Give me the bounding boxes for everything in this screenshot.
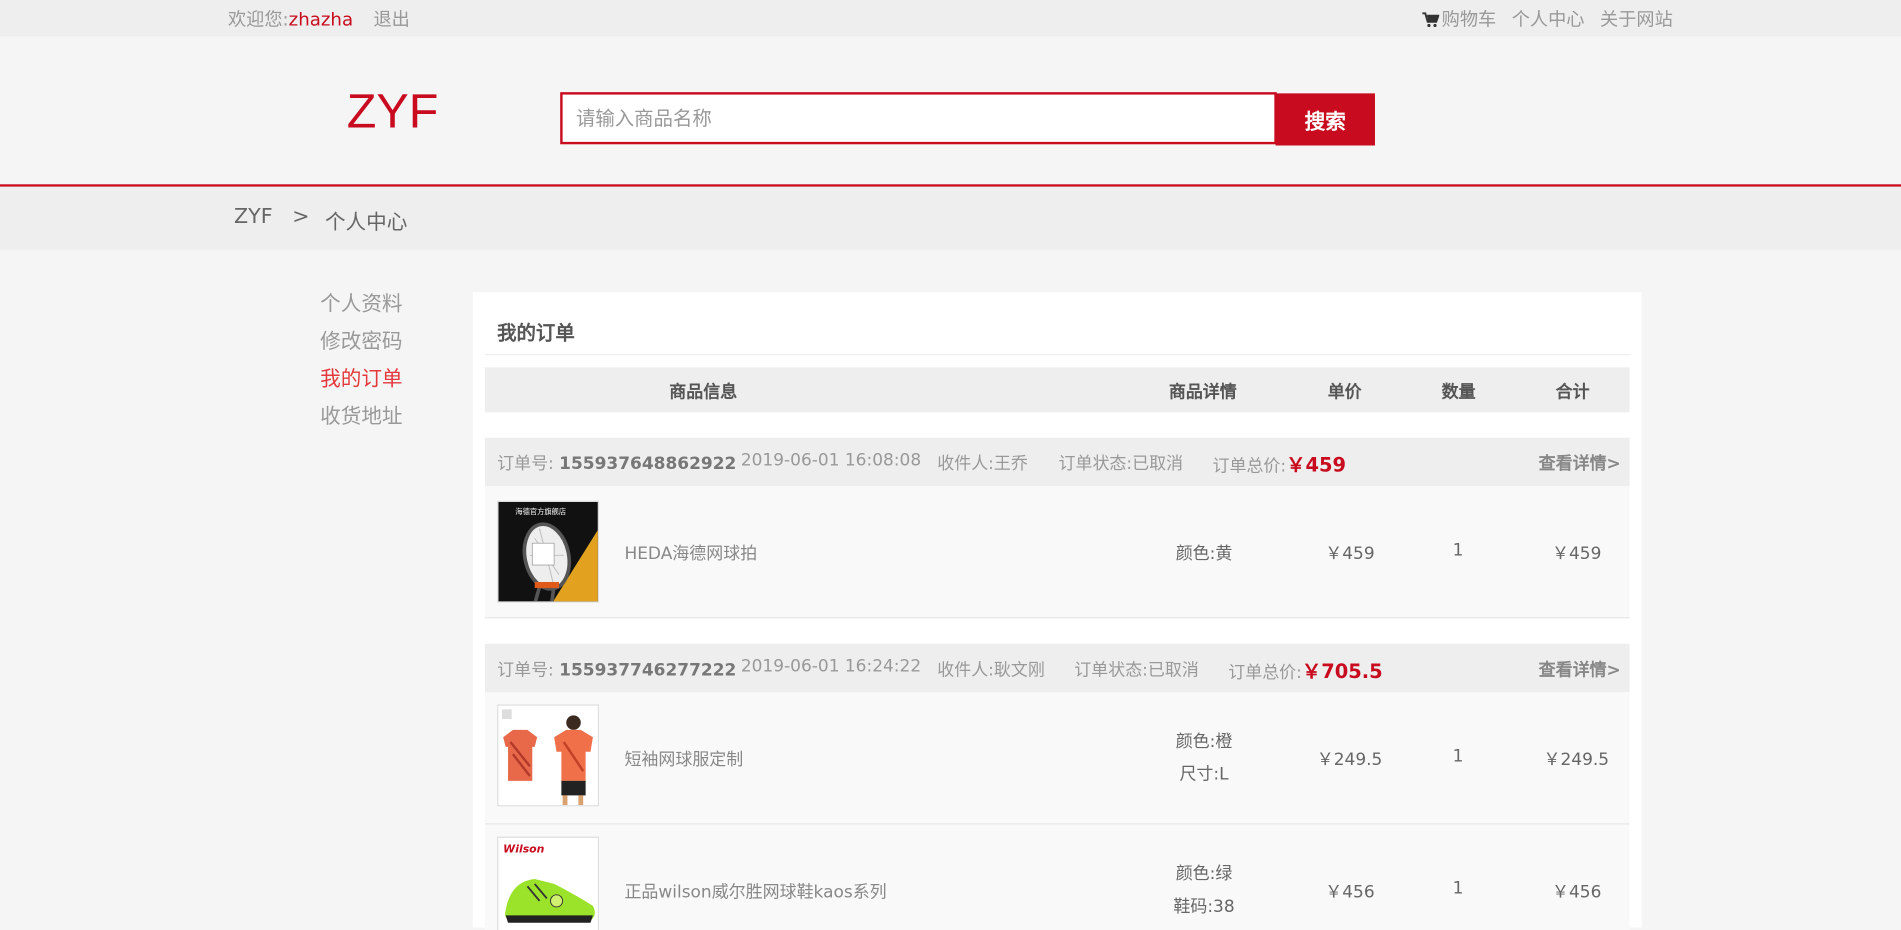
product-name[interactable]: 短袖网球服定制 bbox=[624, 747, 743, 771]
view-details-link[interactable]: 查看详情> bbox=[1539, 451, 1621, 475]
order-status: 订单状态:已取消 bbox=[1058, 454, 1184, 475]
product-name[interactable]: HEDA海德网球拍 bbox=[624, 541, 757, 565]
subtotal: ￥456 bbox=[1552, 882, 1602, 903]
breadcrumb-current: 个人中心 bbox=[324, 210, 408, 236]
column-header: 商品信息 bbox=[669, 383, 738, 403]
quantity: 1 bbox=[1452, 746, 1464, 767]
cart-label: 购物车 bbox=[1441, 8, 1497, 31]
order-total-label: 订单总价: bbox=[1228, 663, 1302, 683]
product-image-shirt[interactable] bbox=[497, 704, 599, 807]
sidebar-item-address[interactable]: 收货地址 bbox=[320, 399, 402, 437]
quantity: 1 bbox=[1452, 879, 1464, 899]
order-number-label: 订单号: bbox=[497, 454, 554, 475]
order-number-label: 订单号: bbox=[497, 660, 554, 681]
product-attribute: 颜色:绿 bbox=[1175, 864, 1233, 884]
image-brand-text: Wilson bbox=[503, 842, 544, 855]
order-number-group: 订单号: 155937648862922 bbox=[497, 451, 736, 475]
username[interactable]: zhazha bbox=[289, 8, 353, 30]
panel-title: 我的订单 bbox=[497, 321, 575, 345]
order-total-label: 订单总价: bbox=[1212, 457, 1287, 477]
site-logo[interactable]: ZYF bbox=[347, 85, 439, 140]
breadcrumb-home[interactable]: ZYF bbox=[234, 205, 273, 229]
image-banner-text: 海德官方旗舰店 bbox=[515, 507, 566, 516]
product-attributes: 颜色:橙 尺寸:L bbox=[1156, 729, 1253, 794]
order-total-group: 订单总价:￥459 bbox=[1213, 449, 1347, 478]
product-attribute: 鞋码:38 bbox=[1173, 897, 1235, 917]
subtotal: ￥249.5 bbox=[1543, 750, 1610, 770]
product-attributes: 颜色:黄 bbox=[1156, 541, 1253, 574]
order-total-group: 订单总价:￥705.5 bbox=[1228, 655, 1382, 684]
product-attributes: 颜色:绿 鞋码:38 bbox=[1156, 861, 1253, 926]
cart-icon bbox=[1422, 12, 1440, 28]
search-input[interactable] bbox=[560, 92, 1277, 145]
tennis-racket-icon: 海德官方旗舰店 bbox=[498, 501, 598, 602]
order-item-row: 海德官方旗舰店 HEDA海德网球拍 颜色:黄 ￥459 1 ￥459 bbox=[485, 486, 1630, 619]
tennis-shoe-icon: Wilson bbox=[498, 837, 598, 930]
column-header: 合计 bbox=[1555, 383, 1590, 403]
sidebar-item-profile[interactable]: 个人资料 bbox=[320, 286, 402, 324]
breadcrumb-separator: > bbox=[292, 204, 310, 230]
product-attribute: 尺寸:L bbox=[1179, 765, 1229, 785]
unit-price: ￥459 bbox=[1325, 544, 1375, 564]
order-total: ￥459 bbox=[1286, 453, 1347, 477]
column-header: 单价 bbox=[1327, 383, 1362, 403]
order-header: 订单号: 155937746277222 2019-06-01 16:24:22… bbox=[485, 643, 1630, 693]
main-content: 个人资料 修改密码 我的订单 收货地址 我的订单 商品信息 商品详情 单价 数量… bbox=[0, 249, 1901, 930]
view-details-link[interactable]: 查看详情> bbox=[1539, 657, 1621, 681]
sidebar-item-password[interactable]: 修改密码 bbox=[320, 324, 402, 362]
column-header: 数量 bbox=[1441, 383, 1476, 403]
breadcrumb: ZYF > 个人中心 bbox=[0, 186, 1901, 250]
sidebar-nav: 个人资料 修改密码 我的订单 收货地址 bbox=[320, 286, 402, 436]
top-bar: 欢迎您:zhazha 退出 购物车 个人中心 关于网站 bbox=[0, 0, 1901, 37]
order-number: 155937746277222 bbox=[559, 660, 737, 681]
orders-panel: 我的订单 商品信息 商品详情 单价 数量 合计 订单号: 15593764886… bbox=[472, 292, 1642, 930]
order-receiver: 收件人:王乔 bbox=[937, 454, 1028, 475]
order-item-row: Wilson 正品wilson威尔胜网球鞋kaos系列 颜色:绿 鞋码:38 ￥… bbox=[485, 824, 1630, 930]
about-link[interactable]: 关于网站 bbox=[1600, 8, 1673, 30]
profile-link[interactable]: 个人中心 bbox=[1512, 8, 1585, 30]
header: ZYF 搜索 bbox=[0, 36, 1901, 187]
tennis-shirt-icon bbox=[498, 705, 598, 806]
order-total: ￥705.5 bbox=[1301, 659, 1383, 683]
search-button[interactable]: 搜索 bbox=[1275, 93, 1375, 146]
order-datetime: 2019-06-01 16:24:22 bbox=[740, 657, 922, 677]
order-receiver: 收件人:耿文刚 bbox=[937, 660, 1045, 681]
unit-price: ￥249.5 bbox=[1316, 750, 1383, 770]
product-attribute: 颜色:黄 bbox=[1175, 544, 1233, 564]
welcome-text: 欢迎您: bbox=[227, 8, 289, 31]
product-image-shoe[interactable]: Wilson bbox=[497, 836, 599, 930]
sidebar-item-orders[interactable]: 我的订单 bbox=[320, 361, 402, 399]
column-header: 商品详情 bbox=[1168, 383, 1237, 403]
product-name[interactable]: 正品wilson威尔胜网球鞋kaos系列 bbox=[624, 879, 886, 903]
cart-link[interactable]: 购物车 bbox=[1422, 8, 1502, 30]
top-nav: 购物车 个人中心 关于网站 bbox=[1422, 6, 1682, 31]
order-datetime: 2019-06-01 16:08:08 bbox=[740, 451, 922, 471]
order-header: 订单号: 155937648862922 2019-06-01 16:08:08… bbox=[485, 437, 1630, 487]
divider bbox=[485, 354, 1630, 356]
quantity: 1 bbox=[1452, 540, 1464, 561]
order-number-group: 订单号: 155937746277222 bbox=[497, 657, 736, 681]
welcome-area: 欢迎您:zhazha 退出 bbox=[228, 6, 410, 31]
unit-price: ￥456 bbox=[1325, 882, 1375, 903]
subtotal: ￥459 bbox=[1552, 544, 1602, 564]
order-item-row: 短袖网球服定制 颜色:橙 尺寸:L ￥249.5 1 ￥249.5 bbox=[485, 692, 1630, 825]
order-status: 订单状态:已取消 bbox=[1074, 660, 1199, 681]
product-image-racket[interactable]: 海德官方旗舰店 bbox=[497, 500, 599, 603]
order-number: 155937648862922 bbox=[559, 454, 737, 475]
table-header: 商品信息 商品详情 单价 数量 合计 bbox=[485, 367, 1630, 413]
product-attribute: 颜色:橙 bbox=[1175, 732, 1233, 752]
logout-link[interactable]: 退出 bbox=[373, 8, 409, 30]
